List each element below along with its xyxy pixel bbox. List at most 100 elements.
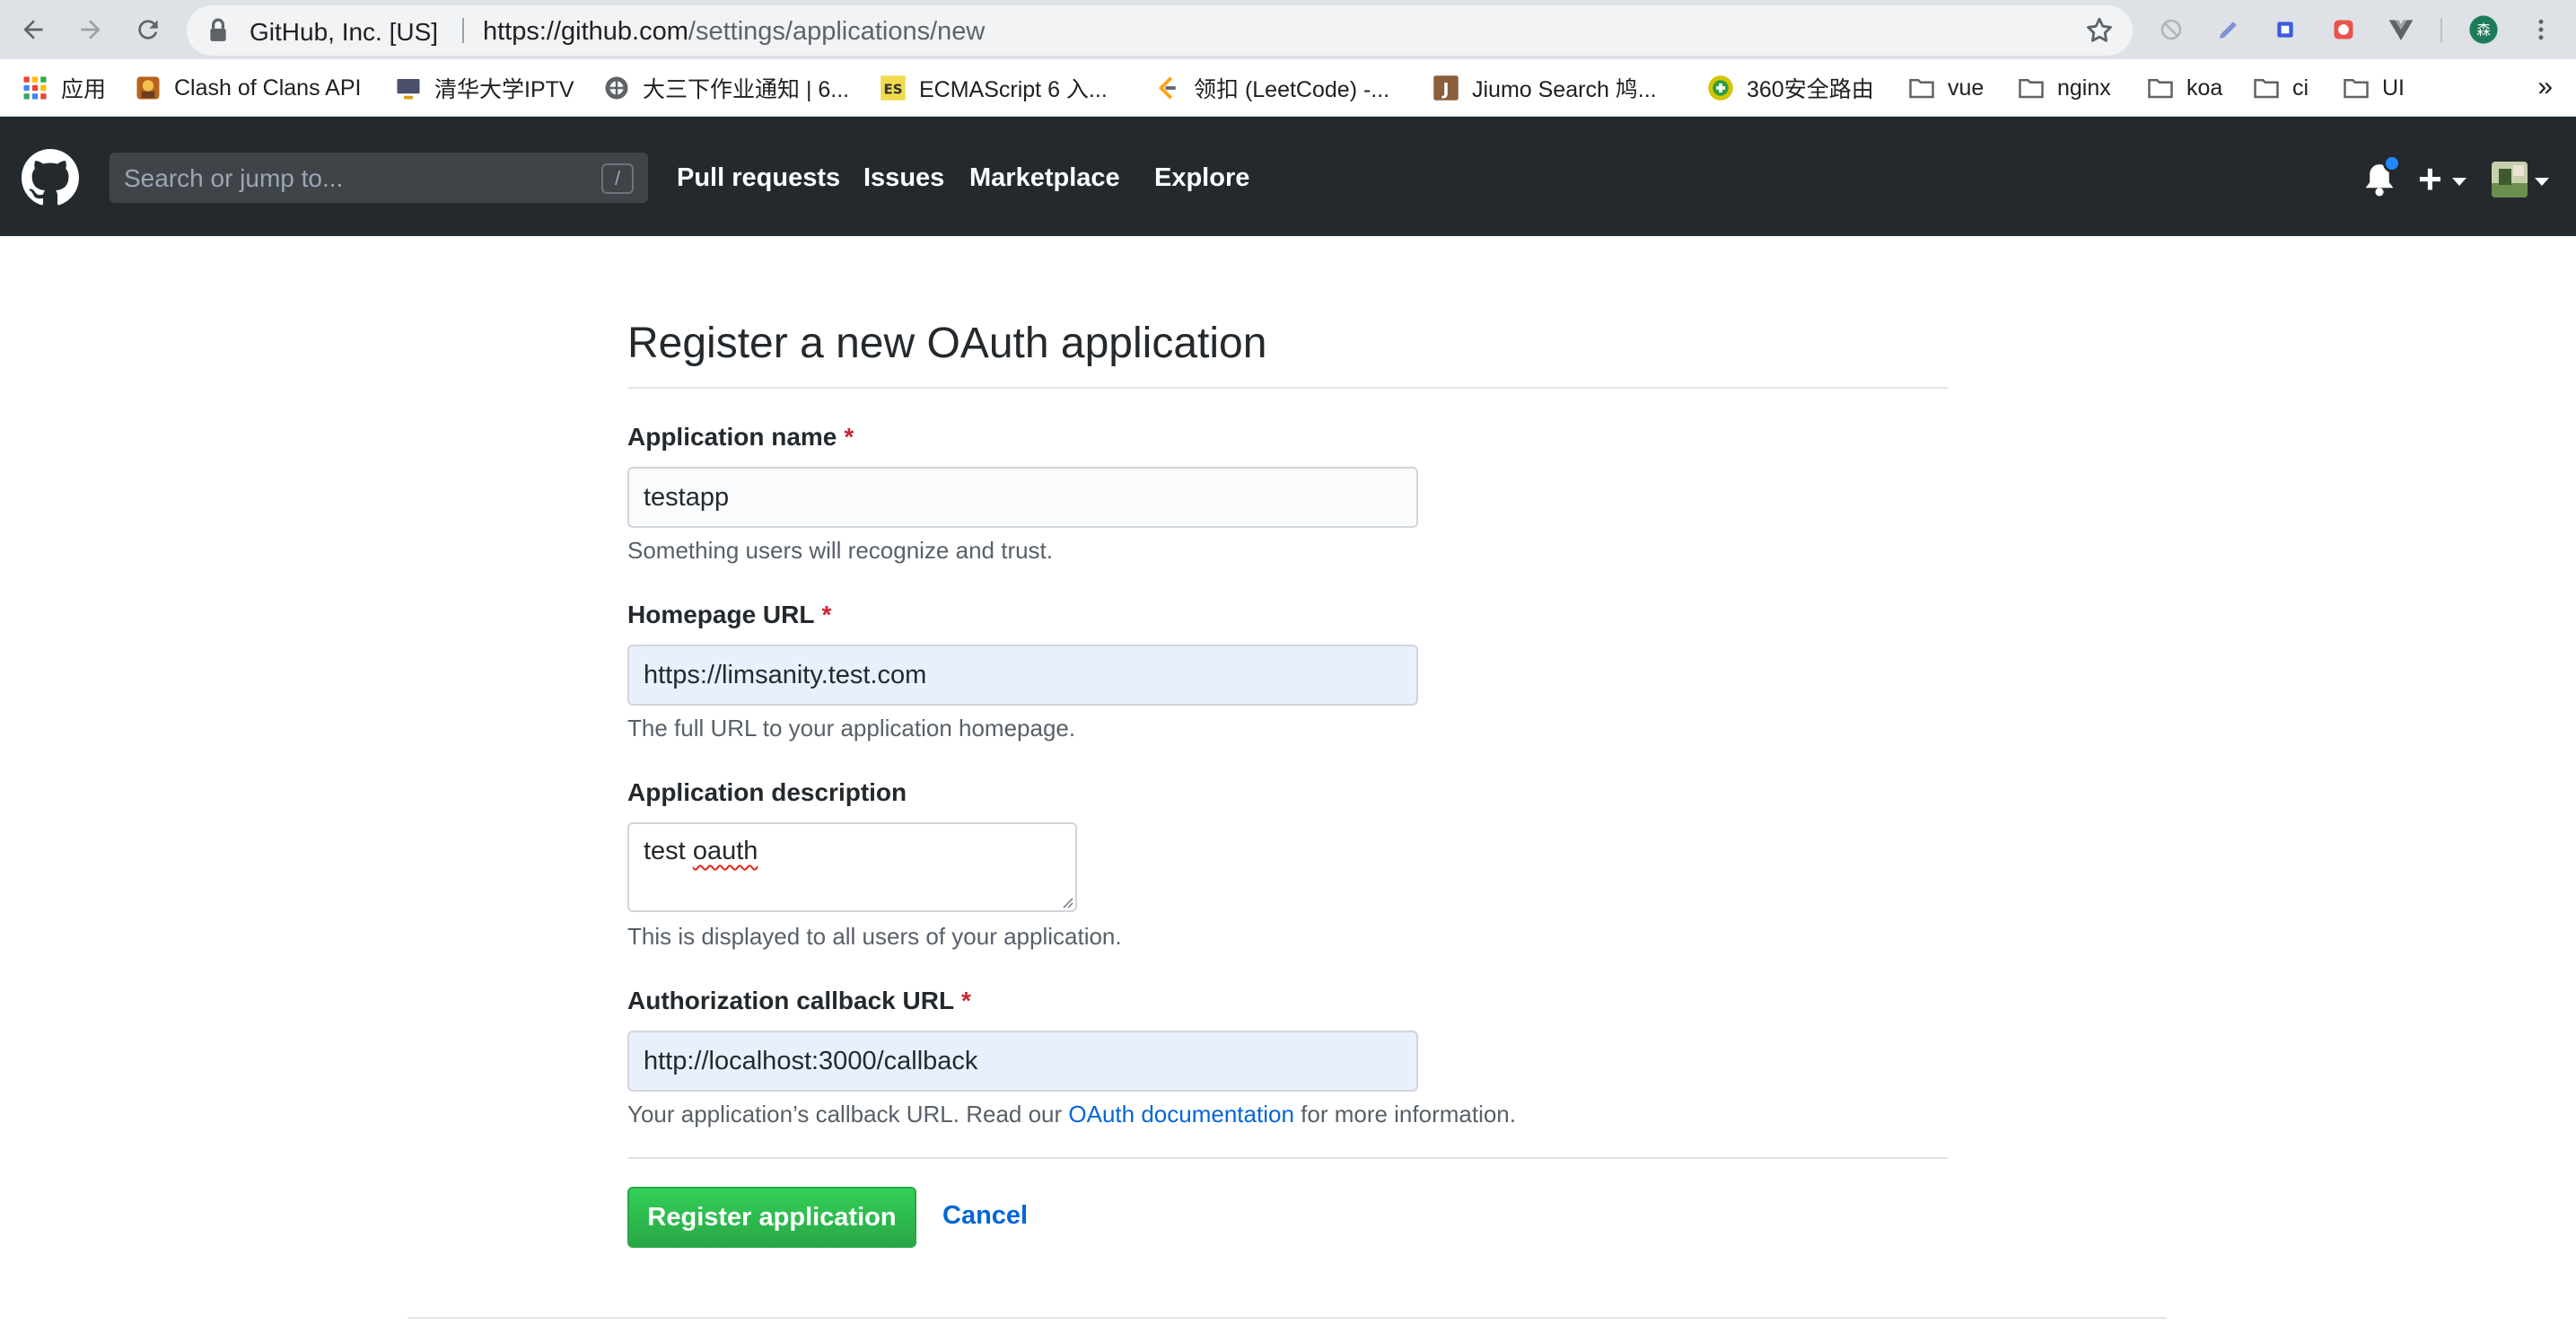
description-misspelled-word: oauth [692, 837, 758, 865]
jiumo-icon: J [1433, 75, 1459, 101]
nav-issues[interactable]: Issues [863, 163, 944, 193]
folder-icon [2254, 79, 2279, 99]
oauth-documentation-link[interactable]: OAuth documentation [1068, 1101, 1294, 1128]
callback-url-label: Authorization callback URL * [627, 987, 971, 1015]
toolbar-divider [2440, 18, 2442, 43]
tv-icon [397, 79, 420, 100]
register-application-button[interactable]: Register application [627, 1187, 916, 1248]
bookmark-homework-notice[interactable]: 大三下作业通知 | 6... [603, 72, 849, 104]
bookmark-label: 大三下作业通知 | 6... [643, 77, 850, 102]
homepage-url-label: Homepage URL * [627, 601, 831, 629]
app-name-input[interactable]: testapp [627, 467, 1418, 528]
app-name-label: Application name * [627, 423, 854, 452]
required-marker: * [821, 601, 832, 628]
bookmarks-overflow-button[interactable]: » [2537, 72, 2553, 102]
bookmark-folder-ci[interactable]: ci [2253, 72, 2309, 104]
bookmark-360-router[interactable]: 360安全路由 [1707, 72, 1874, 104]
avatar-image-icon [2492, 162, 2528, 197]
site-identity: GitHub, Inc. [US] [250, 18, 439, 46]
forward-arrow-icon [81, 20, 101, 39]
reload-button[interactable] [127, 9, 169, 50]
cancel-link[interactable]: Cancel [942, 1201, 1028, 1231]
extension-red-icon[interactable] [2326, 13, 2361, 47]
bookmark-folder-ui[interactable]: UI [2343, 72, 2405, 104]
url-separator [462, 18, 464, 43]
search-placeholder: Search or jump to... [124, 164, 344, 192]
description-word: test [644, 837, 686, 865]
bookmark-apps[interactable]: 应用 [22, 72, 106, 104]
url-host: https://github.com [483, 17, 688, 46]
folder-icon [2019, 79, 2044, 99]
bookmark-label: 清华大学IPTV [434, 77, 574, 102]
callback-note-text-end: for more information. [1293, 1101, 1516, 1128]
back-button[interactable] [13, 9, 54, 50]
url-text: https://github.com/settings/applications… [483, 17, 985, 47]
apps-grid-icon [23, 76, 47, 100]
create-caret-icon [2452, 178, 2466, 186]
bookmark-label: 领扣 (LeetCode) -... [1194, 77, 1390, 102]
bookmarks-bar: 应用 Clash of Clans API 清华大学IPTV 大三下作业通知 |… [0, 59, 2576, 117]
svg-text:J: J [1441, 81, 1450, 100]
nav-pull-requests[interactable]: Pull requests [677, 163, 840, 193]
bookmark-label: ci [2292, 75, 2309, 101]
extension-square-icon[interactable] [2268, 13, 2302, 47]
chrome-menu-icon[interactable] [2524, 13, 2558, 47]
app-description-label: Application description [627, 778, 907, 806]
required-marker: * [844, 423, 854, 451]
back-arrow-icon [23, 20, 43, 39]
bookmark-jiumo-search[interactable]: J Jiumo Search 鸠... [1433, 72, 1657, 104]
bookmark-label: vue [1948, 75, 1985, 101]
bookmark-clash-of-clans[interactable]: Clash of Clans API [135, 72, 361, 104]
nav-explore[interactable]: Explore [1154, 163, 1249, 193]
folder-icon [1909, 79, 1934, 99]
bookmark-tsinghua-iptv[interactable]: 清华大学IPTV [395, 72, 574, 104]
address-bar[interactable]: GitHub, Inc. [US] https://github.com/set… [187, 5, 2133, 56]
bookmark-ecmascript[interactable]: ES ECMAScript 6 入... [880, 72, 1108, 104]
reload-icon [138, 20, 158, 39]
svg-text:森: 森 [2476, 22, 2491, 39]
homepage-url-label-text: Homepage URL [627, 601, 815, 628]
app-description-textarea[interactable]: test oauth [627, 822, 1077, 912]
required-marker: * [961, 987, 971, 1014]
footer-divider [407, 1317, 2167, 1319]
app-description-note: This is displayed to all users of your a… [627, 923, 1122, 950]
es-icon: ES [881, 75, 906, 101]
homepage-url-note: The full URL to your application homepag… [627, 715, 1076, 741]
bookmark-label: Clash of Clans API [174, 75, 362, 101]
resize-handle-icon[interactable] [1059, 894, 1073, 908]
bookmark-star-icon[interactable] [2084, 15, 2115, 46]
homepage-url-input[interactable]: https://limsanity.test.com [627, 645, 1418, 706]
app-name-note: Something users will recognize and trust… [627, 537, 1054, 564]
bookmark-leetcode[interactable]: 领扣 (LeetCode) -... [1154, 72, 1389, 104]
profile-icon[interactable]: 森 [2466, 13, 2501, 47]
form-divider [627, 1157, 1948, 1159]
360-icon [1708, 75, 1733, 101]
callback-note-text: Your application’s callback URL. Read ou… [627, 1101, 1069, 1128]
extension-vue-icon[interactable] [2384, 13, 2418, 47]
bookmark-label: nginx [2057, 75, 2111, 101]
github-search-input[interactable]: Search or jump to... / [110, 153, 648, 203]
bookmark-folder-nginx[interactable]: nginx [2018, 72, 2111, 104]
create-new-button[interactable]: + [2418, 158, 2442, 199]
bookmark-label: 360安全路由 [1747, 77, 1874, 102]
bookmark-folder-vue[interactable]: vue [1908, 72, 1984, 104]
callback-url-input[interactable]: http://localhost:3000/callback [627, 1031, 1418, 1092]
bookmark-label: Jiumo Search 鸠... [1472, 77, 1657, 102]
globe-icon [605, 76, 628, 100]
nav-marketplace[interactable]: Marketplace [969, 163, 1120, 193]
app-name-label-text: Application name [627, 423, 837, 451]
folder-icon [2344, 79, 2369, 99]
bookmark-folder-koa[interactable]: koa [2147, 72, 2222, 104]
forward-button[interactable] [70, 9, 111, 50]
page-title: Register a new OAuth application [627, 320, 1267, 367]
bookmark-label: 应用 [61, 77, 107, 102]
extension-pen-icon[interactable] [2212, 13, 2246, 47]
notification-unread-dot [2383, 154, 2401, 172]
avatar-caret-icon [2535, 178, 2549, 186]
github-logo-icon[interactable] [22, 149, 79, 206]
user-avatar[interactable] [2492, 162, 2528, 197]
url-path: /settings/applications/new [688, 17, 986, 46]
extension-sync-icon[interactable] [2154, 13, 2188, 47]
svg-text:ES: ES [883, 81, 902, 97]
github-header: Search or jump to... / Pull requests Iss… [0, 117, 2576, 236]
